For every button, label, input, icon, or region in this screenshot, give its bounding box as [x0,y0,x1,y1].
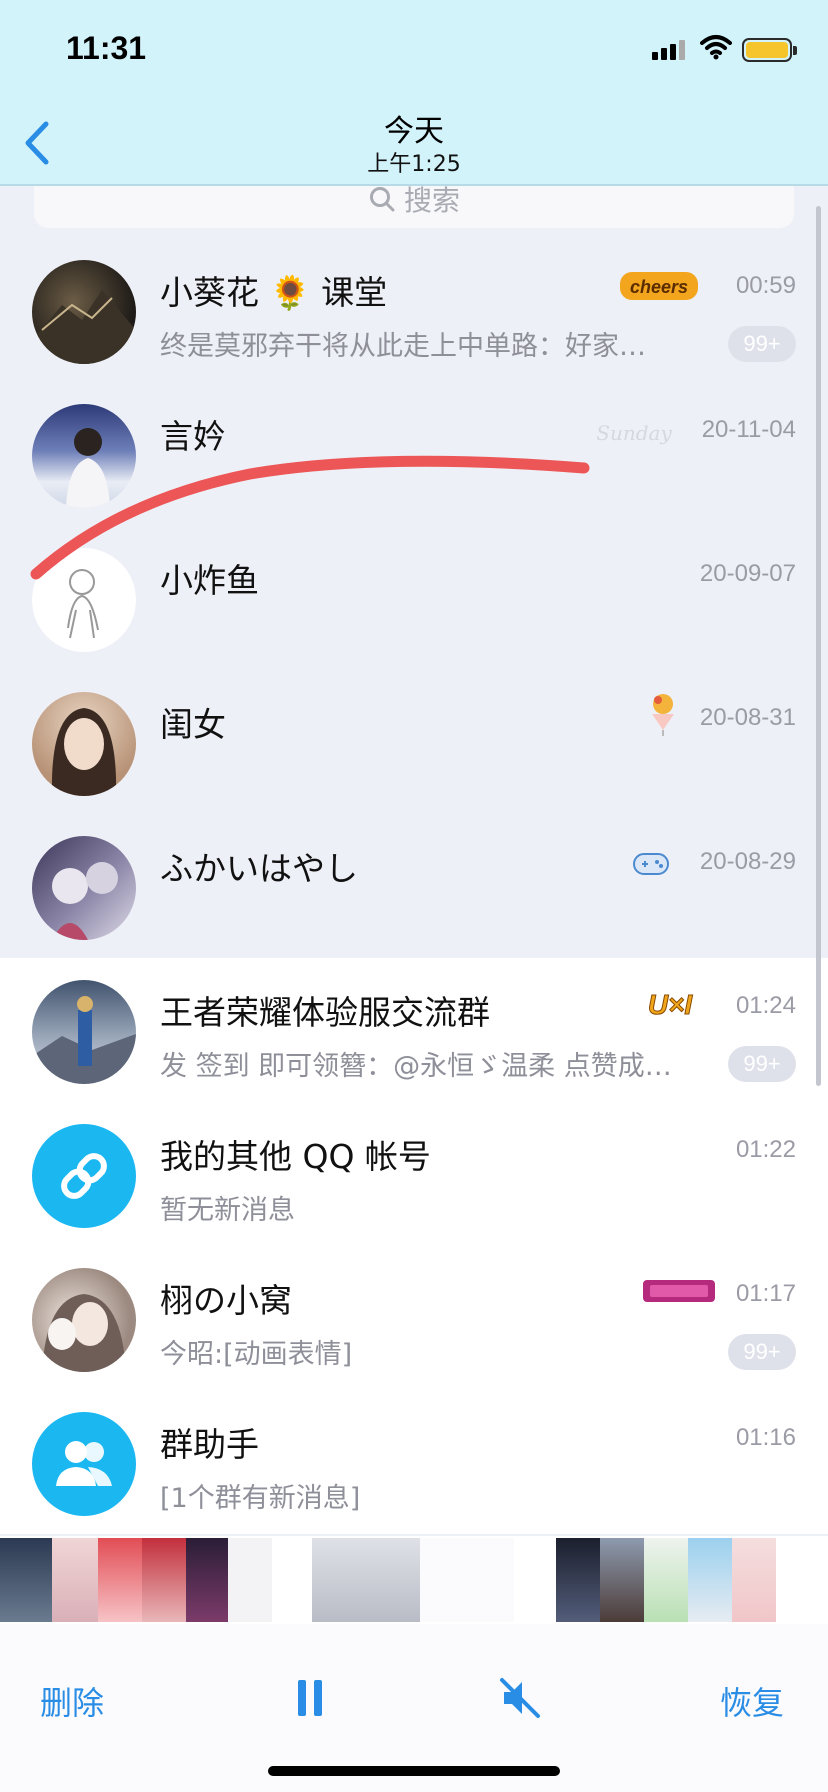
group-icon [56,1441,112,1486]
conversation-name: 闺女 [160,705,226,744]
conversation-time: 01:24 [735,992,796,1019]
conversation-row[interactable]: 闺女 20-08-31 [0,670,828,814]
unread-badge: 99+ [728,1046,796,1082]
uxi-tag-icon: U×I [632,984,708,1028]
conversation-preview: 发 签到 即可领簪：@永恒ゞ温柔 点赞成… [160,1051,672,1082]
conversation-name: 栩の小窝 [160,1281,292,1320]
search-placeholder: 搜索 [403,186,460,217]
avatar [32,260,136,364]
conversation-time: 01:22 [735,1136,796,1163]
thumbnail [0,1538,52,1622]
wifi-icon [700,35,732,60]
thumbnail [600,1538,644,1622]
conversation-name: 小葵花 🌻 课堂 [160,273,388,312]
pink-badge-tag-icon [642,1276,716,1310]
thumbnail [688,1538,732,1622]
video-thumbnail-strip[interactable] [0,1536,828,1624]
red-annotation-stroke [30,455,590,580]
conversation-time: 20-08-29 [699,848,796,875]
conversation-preview: [1个群有新消息] [160,1483,361,1514]
conversation-row[interactable]: 群助手 [1个群有新消息] 01:16 [0,1390,828,1534]
unread-badge: 99+ [728,326,796,362]
conversation-preview: 暂无新消息 [160,1195,295,1226]
avatar [32,836,136,940]
restore-button[interactable]: 恢复 [720,1678,784,1724]
status-bar: 11:31 [0,0,828,100]
nav-title: 今天 [384,114,444,149]
nav-subtitle: 上午1:25 [367,152,461,177]
thumbnail [556,1538,600,1622]
avatar [32,692,136,796]
conversation-row[interactable]: ふかいはやし 20-08-29 [0,814,828,958]
search-bar[interactable]: 搜索 [34,186,794,228]
thumbnail [142,1538,186,1622]
conversation-time: 20-08-31 [699,704,796,731]
gamepad-tag-icon [632,848,670,882]
conversation-row[interactable]: 栩の小窝 今昭:[动画表情] 01:17 99+ [0,1246,828,1390]
signal-icon [652,40,688,60]
conversation-row[interactable]: 王者荣耀体验服交流群 发 签到 即可领簪：@永恒ゞ温柔 点赞成… U×I 01:… [0,958,828,1102]
nav-bar: 今天 上午1:25 [0,100,828,186]
ice-cream-tag-icon [648,692,678,740]
conversation-list: 搜索 小葵花 🌻 课堂 终是莫邪弃干将从此走上中单路：好家… cheers 00… [0,186,828,1536]
thumbnail [420,1538,514,1622]
avatar [32,1412,136,1516]
conversation-name: ふかいはやし [160,849,358,888]
mute-icon[interactable] [498,1676,542,1720]
thumbnail [644,1538,688,1622]
search-icon [369,187,395,212]
playback-controls: 删除 恢复 [0,1624,828,1792]
thumbnail [52,1538,98,1622]
cheers-tag-icon: cheers [618,268,704,308]
home-indicator [268,1766,560,1776]
thumbnail [228,1538,272,1622]
svg-text:U×I: U×I [648,989,694,1020]
conversation-preview: 终是莫邪弃干将从此走上中单路：好家… [160,331,646,362]
avatar [32,1268,136,1372]
conversation-preview: 今昭:[动画表情] [160,1339,353,1370]
conversation-time: 20-09-07 [699,560,796,587]
pause-icon[interactable] [296,1680,324,1716]
conversation-time: 01:16 [735,1424,796,1451]
thumbnail [312,1538,420,1622]
conversation-row[interactable]: 我的其他 QQ 帐号 暂无新消息 01:22 [0,1102,828,1246]
sunflower-icon: 🌻 [269,273,311,312]
scroll-indicator[interactable] [816,206,821,1086]
status-time: 11:31 [66,30,147,66]
conversation-time: 00:59 [735,272,796,299]
battery-icon [742,38,797,62]
thumbnail [732,1538,776,1622]
conversation-time: 01:17 [735,1280,796,1307]
conversation-time: 20-11-04 [701,416,796,443]
svg-text:Sunday: Sunday [596,421,672,445]
conversation-name: 群助手 [160,1425,259,1464]
thumbnail [186,1538,228,1622]
conversation-row[interactable]: 小葵花 🌻 课堂 终是莫邪弃干将从此走上中单路：好家… cheers 00:59… [0,238,828,382]
link-icon [61,1153,107,1199]
conversation-name: 王者荣耀体验服交流群 [160,993,490,1032]
svg-text:cheers: cheers [630,277,688,297]
thumbnail [98,1538,142,1622]
delete-button[interactable]: 删除 [40,1678,104,1724]
avatar [32,1124,136,1228]
conversation-name: 我的其他 QQ 帐号 [160,1137,431,1176]
unread-badge: 99+ [728,1334,796,1370]
sunday-tag-icon: Sunday [596,416,672,454]
avatar [32,980,136,1084]
